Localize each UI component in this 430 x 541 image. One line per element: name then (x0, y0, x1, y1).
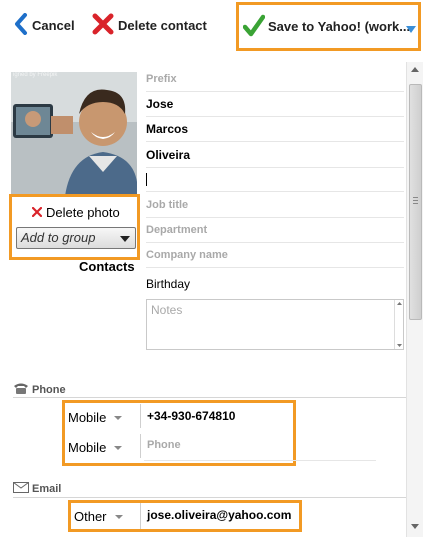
middle-name-field[interactable]: Marcos (146, 120, 404, 142)
chevron-down-icon (120, 236, 130, 242)
department-field[interactable]: Department (146, 221, 404, 243)
email-divider (13, 497, 408, 498)
phone-type-label-1: Mobile (68, 410, 107, 425)
email-type-select[interactable]: Other (74, 509, 123, 524)
photo-actions-panel: Delete photo Add to group (9, 194, 140, 260)
save-to-yahoo-button[interactable]: Save to Yahoo! (work... (236, 2, 421, 51)
phone-row-line (144, 460, 376, 461)
photo-watermark: igned by Freepik (13, 72, 58, 78)
chevron-down-icon (114, 415, 123, 420)
email-value[interactable]: jose.oliveira@yahoo.com (147, 508, 291, 522)
email-section-header: Email (13, 482, 61, 496)
notes-scrollbar[interactable] (394, 300, 403, 349)
phone-divider-1 (140, 404, 141, 428)
text-cursor (146, 173, 147, 186)
birthday-field[interactable]: Birthday (146, 275, 404, 297)
phone-input-2[interactable]: Phone (147, 439, 181, 451)
prefix-field[interactable]: Prefix (146, 70, 404, 92)
chevron-down-icon (114, 445, 123, 450)
save-label: Save to Yahoo! (work... (268, 19, 411, 34)
save-dropdown-arrow-icon[interactable] (406, 22, 416, 36)
last-name-field[interactable]: Oliveira (146, 146, 404, 168)
job-title-field[interactable]: Job title (146, 196, 404, 218)
suffix-field[interactable] (146, 170, 404, 192)
grip-line (413, 197, 418, 198)
grip-line (413, 203, 418, 204)
phone-type-select-2[interactable]: Mobile (68, 440, 123, 455)
envelope-icon (13, 482, 29, 496)
contact-photo[interactable]: igned by Freepik (11, 72, 137, 196)
delete-x-icon (92, 13, 114, 38)
grip-line (413, 200, 418, 201)
phone-icon (13, 382, 29, 397)
delete-contact-button[interactable]: Delete contact (92, 10, 207, 40)
phone-divider (13, 397, 408, 398)
delete-contact-label: Delete contact (118, 17, 207, 33)
delete-photo-link[interactable]: Delete photo (31, 205, 120, 220)
chevron-down-icon (114, 514, 123, 519)
add-to-group-label: Add to group (21, 230, 96, 245)
email-divider-v (140, 503, 141, 529)
main-scrollbar[interactable] (406, 62, 423, 537)
scroll-down-icon[interactable] (411, 524, 419, 529)
phone-type-select-1[interactable]: Mobile (68, 410, 123, 425)
cancel-button[interactable]: Cancel (14, 10, 75, 40)
small-x-icon (31, 205, 43, 220)
contacts-group-label: Contacts (79, 259, 135, 274)
email-section-label: Email (32, 483, 62, 495)
phone-section-header: Phone (13, 382, 66, 397)
scroll-up-icon[interactable] (411, 67, 419, 72)
phone-type-label-2: Mobile (68, 440, 107, 455)
email-type-label: Other (74, 509, 107, 524)
scrollbar-thumb[interactable] (409, 84, 422, 320)
notes-textarea[interactable]: Notes (146, 299, 404, 350)
company-field[interactable]: Company name (146, 246, 404, 268)
checkmark-icon (242, 14, 266, 41)
phone-value-1[interactable]: +34-930-674810 (147, 409, 235, 423)
first-name-field[interactable]: Jose (146, 95, 404, 117)
cancel-label: Cancel (32, 17, 75, 33)
delete-photo-label: Delete photo (46, 205, 120, 220)
back-arrow-icon (14, 12, 28, 38)
phone-divider-2 (140, 434, 141, 458)
notes-placeholder: Notes (151, 303, 183, 317)
add-to-group-select[interactable]: Add to group (16, 227, 136, 249)
phone-section-label: Phone (32, 383, 66, 396)
